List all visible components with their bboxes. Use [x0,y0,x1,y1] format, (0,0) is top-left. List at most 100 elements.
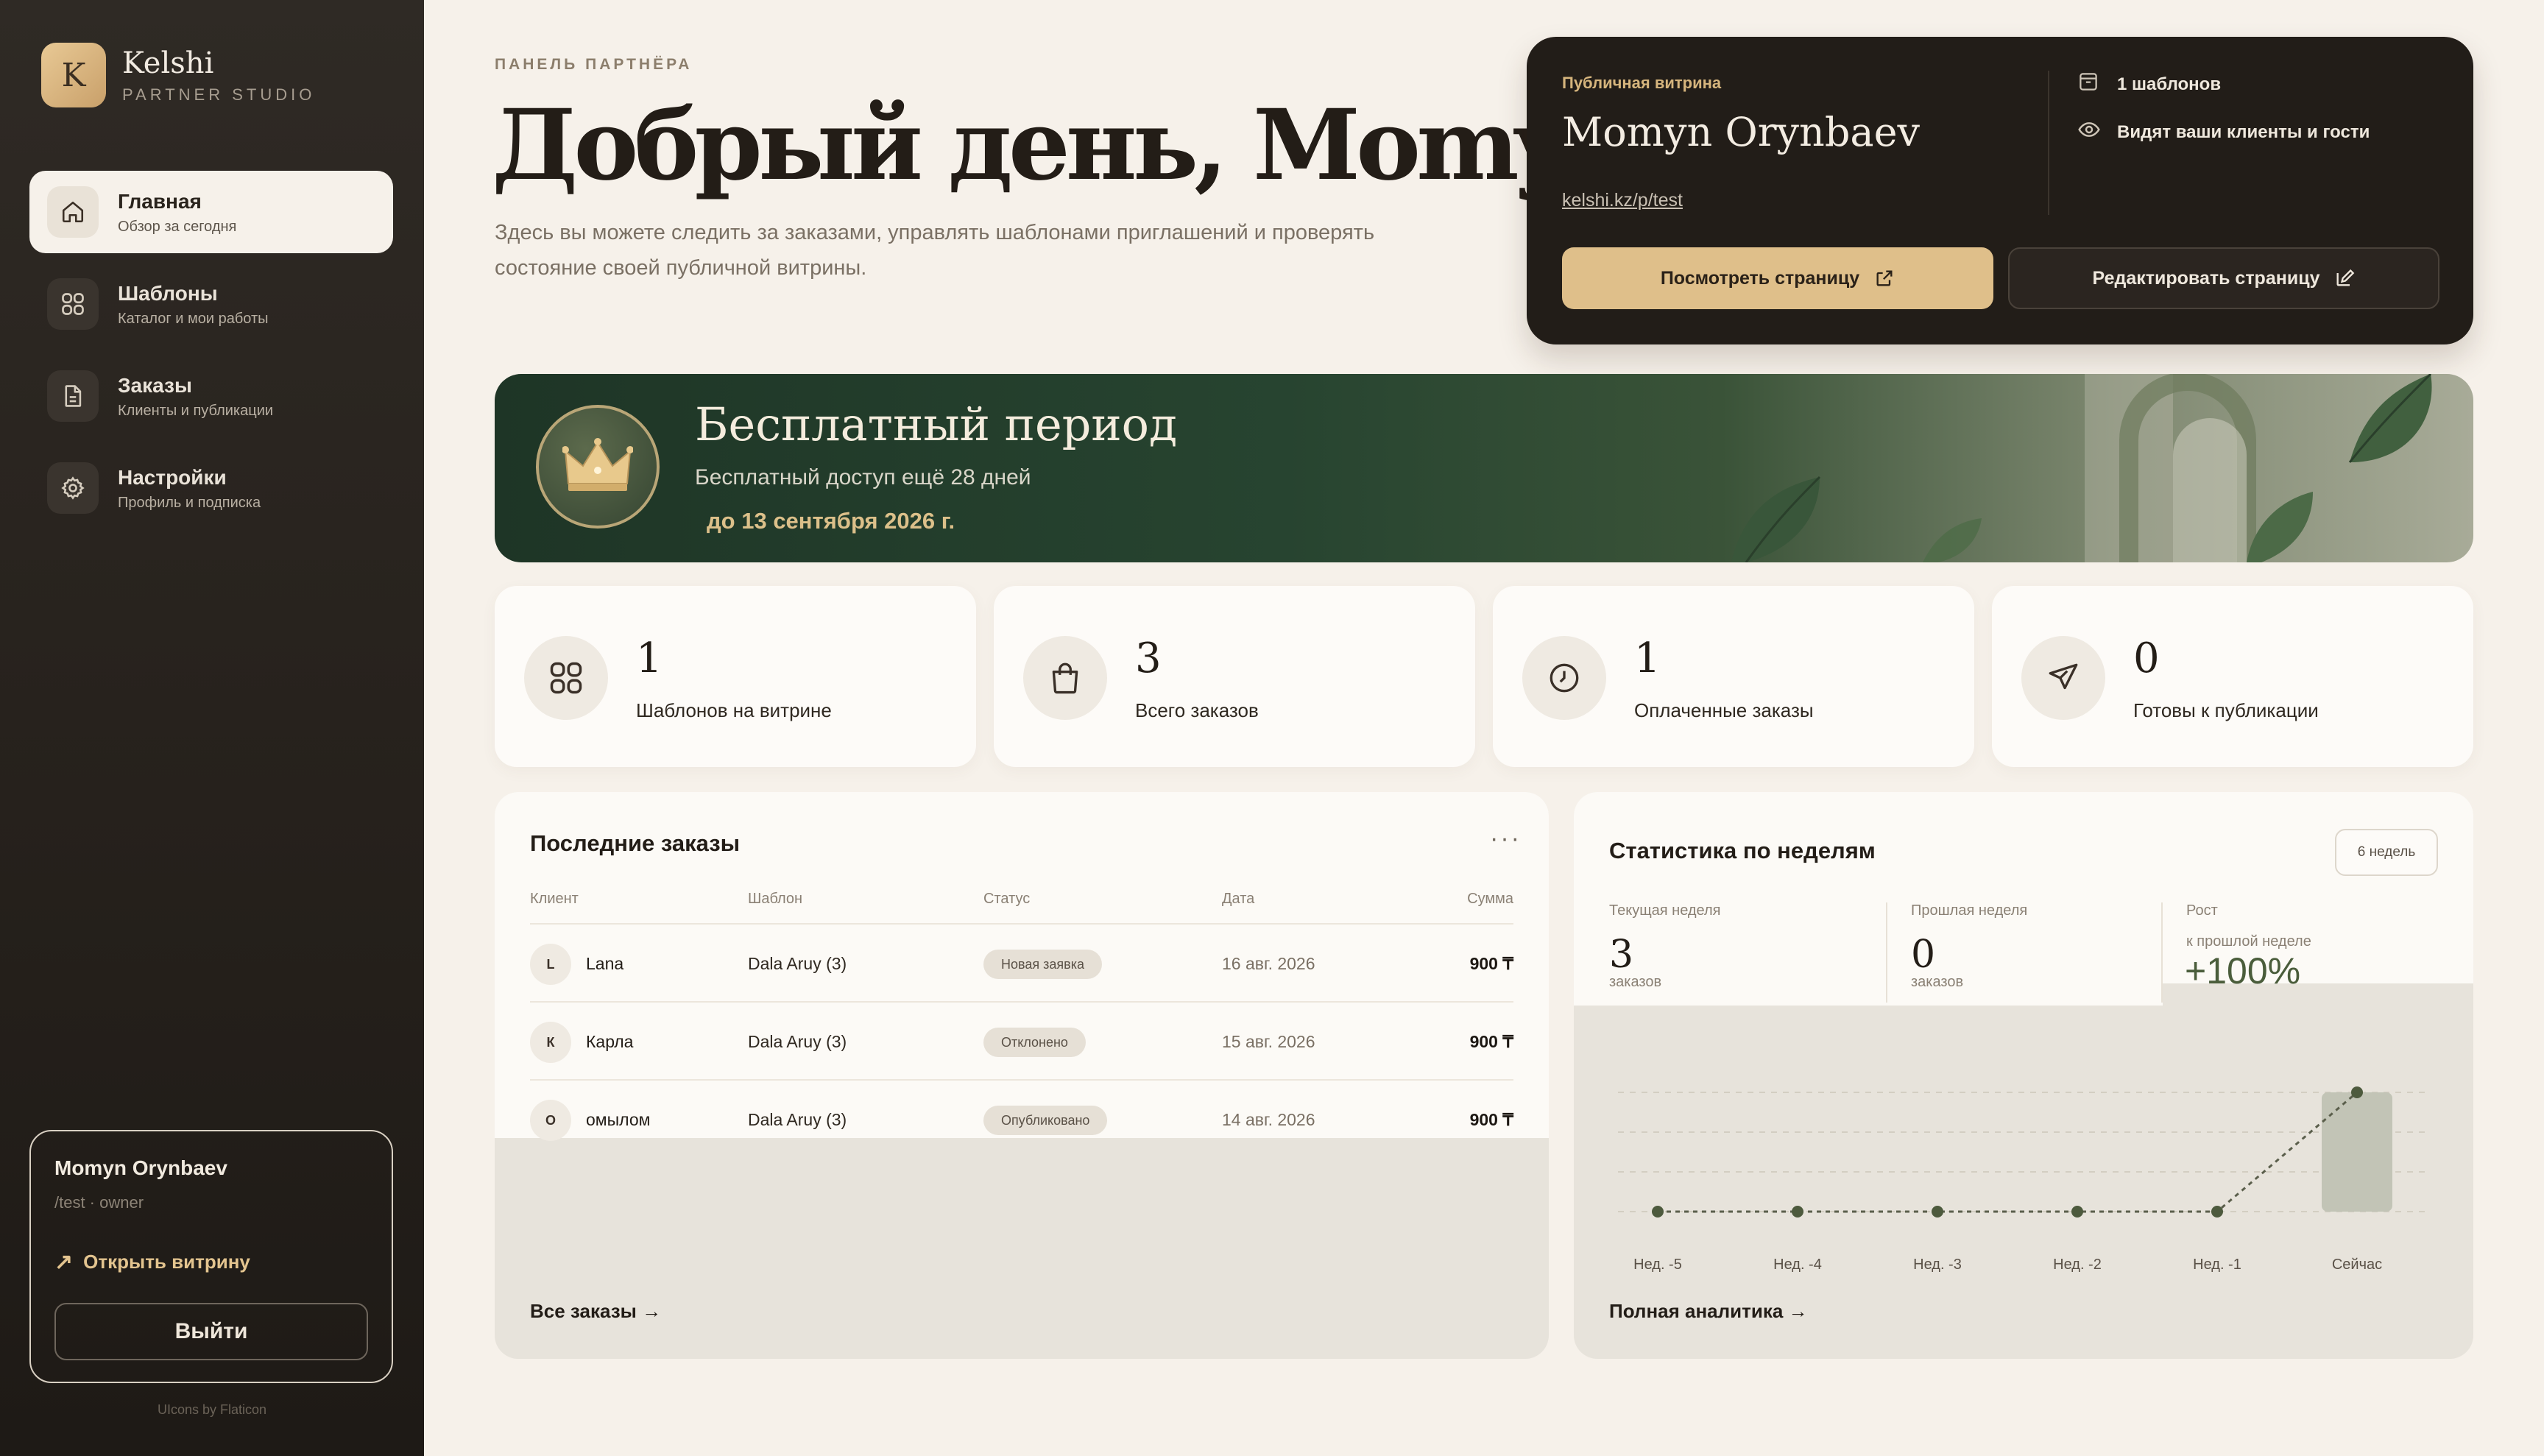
current-week-highlight-bar [2322,1092,2392,1212]
stat-value: 1 [1634,635,1661,682]
table-row[interactable]: L Lana Dala Aruy (3) Новая заявка 16 авг… [530,923,1513,1001]
series-line [1658,1091,2358,1213]
stat-label: Готовы к публикации [2133,699,2319,721]
stat-card-templates: 1 Шаблонов на витрине [495,586,976,767]
weekly-line-chart: Нед. -5 Нед. -4 Нед. -3 Нед. -2 Нед. -1 Сейча… [1618,1086,2428,1273]
stat-card-paid: 1 Оплаченные заказы [1493,586,1974,767]
data-point [1652,1206,1664,1218]
sidebar-item-subtitle: Клиенты и публикации [118,402,274,419]
status-badge: Опубликовано [983,1106,1108,1135]
view-page-button[interactable]: Посмотреть страницу [1562,247,1993,309]
banner-until-date: до 13 сентября 2026 г. [707,508,955,534]
brand-name: Kelshi [122,46,214,80]
sidebar-item-title: Шаблоны [118,281,218,305]
edit-page-button[interactable]: Редактировать страницу [2008,247,2439,309]
brand[interactable]: K Kelshi PARTNER STUDIO [41,43,315,107]
showcase-label: Публичная витрина [1562,74,1722,92]
sidebar-item-title: Настройки [118,465,227,489]
sidebar: K Kelshi PARTNER STUDIO Главная Обзор за… [0,0,424,1456]
recent-orders-card: Последние заказы ··· Клиент Шаблон Стату… [495,792,1549,1359]
column-header-template: Шаблон [748,891,803,907]
showcase-templates-fact: 1 шаблонов [2077,71,2221,98]
x-tick-label: Нед. -2 [2053,1257,2102,1273]
archive-icon [2077,71,2102,98]
sidebar-nav: Главная Обзор за сегодня Шаблоны Каталог… [29,171,393,539]
view-page-label: Посмотреть страницу [1660,267,1860,289]
data-point [2211,1206,2223,1218]
page-kicker: ПАНЕЛЬ ПАРТНЁРА [495,56,693,73]
data-point [1792,1206,1803,1218]
order-amount: 900 ₸ [1469,1110,1513,1129]
edit-page-label: Редактировать страницу [2092,267,2320,289]
order-amount: 900 ₸ [1469,954,1513,973]
stat-value: 1 [636,635,662,682]
edit-icon [2336,269,2355,286]
logout-button[interactable]: Выйти [54,1303,368,1360]
weekly-stats-card: Статистика по неделям 6 недель Текущая н… [1574,792,2473,1359]
grid-icon [524,636,608,720]
full-analytics-link[interactable]: Полная аналитика → [1609,1300,1808,1323]
user-meta: /test · owner [54,1193,144,1212]
avatar: К [530,1022,571,1063]
crown-badge [536,405,660,529]
sidebar-item-home[interactable]: Главная Обзор за сегодня [29,171,393,253]
table-row[interactable]: К Карла Dala Aruy (3) Отклонено 15 авг. … [530,1001,1513,1079]
paper-plane-icon [2021,636,2105,720]
document-icon [47,370,99,422]
gear-icon [47,462,99,514]
stat-card-orders: 3 Всего заказов [994,586,1475,767]
banner-subtitle: Бесплатный доступ ещё 28 дней [695,465,1031,490]
sidebar-item-settings[interactable]: Настройки Профиль и подписка [29,447,393,529]
banner-title: Бесплатный период [695,397,1178,451]
order-date: 14 авг. 2026 [1222,1110,1315,1129]
data-point [1932,1206,1943,1218]
stat-value: 3 [1135,635,1162,682]
x-tick-label: Сейчас [2332,1257,2382,1273]
icon-credit: UIcons by Flaticon [157,1402,267,1417]
crown-icon [562,438,633,491]
x-tick-label: Нед. -5 [1633,1257,1682,1273]
table-row[interactable]: О омылом Dala Aruy (3) Опубликовано 14 а… [530,1079,1513,1157]
avatar: L [530,944,571,985]
sidebar-item-title: Главная [118,189,202,213]
avatar: О [530,1100,571,1141]
sidebar-item-templates[interactable]: Шаблоны Каталог и мои работы [29,263,393,345]
stat-label: Оплаченные заказы [1634,699,1814,721]
stat-label: Шаблонов на витрине [636,699,832,721]
column-header-date: Дата [1222,891,1255,907]
order-template: Dala Aruy (3) [748,1110,847,1129]
open-showcase-label: Открыть витрину [83,1251,250,1273]
grid-icon [47,278,99,330]
order-client: Карла [586,1032,634,1051]
orders-table-area: Последние заказы ··· Клиент Шаблон Стату… [495,792,1549,1141]
more-options-icon[interactable]: ··· [1490,824,1522,853]
stat-card-ready: 0 Готовы к публикации [1992,586,2473,767]
x-tick-label: Нед. -1 [2193,1257,2241,1273]
showcase-url[interactable]: kelshi.kz/p/test [1562,190,1683,211]
clock-icon [1522,636,1606,720]
x-tick-label: Нед. -4 [1773,1257,1822,1273]
user-name: Momyn Orynbaev [54,1156,227,1179]
brand-logo: K [41,43,106,107]
eye-icon [2077,118,2102,146]
column-header-client: Клиент [530,891,579,907]
free-trial-banner: Бесплатный период Бесплатный доступ ещё … [495,374,2473,562]
orders-title: Последние заказы [530,830,741,856]
column-header-status: Статус [983,891,1031,907]
status-badge: Новая заявка [983,950,1102,979]
order-amount: 900 ₸ [1469,1032,1513,1051]
external-link-icon [1876,270,1893,286]
stat-label: Всего заказов [1135,699,1259,721]
showcase-visibility-fact: Видят ваши клиенты и гости [2077,118,2370,146]
data-point [2351,1086,2363,1098]
open-showcase-link[interactable]: ↗ Открыть витрину [54,1249,368,1275]
user-card: Momyn Orynbaev /test · owner ↗ Открыть в… [29,1130,393,1383]
sidebar-item-orders[interactable]: Заказы Клиенты и публикации [29,355,393,437]
brand-subtitle: PARTNER STUDIO [122,85,316,104]
status-badge: Отклонено [983,1028,1086,1057]
showcase-templates-count: 1 шаблонов [2117,74,2222,94]
all-orders-link[interactable]: Все заказы → [530,1300,661,1323]
order-client: Lana [586,954,624,973]
sidebar-item-title: Заказы [118,373,192,397]
order-template: Dala Aruy (3) [748,954,847,973]
